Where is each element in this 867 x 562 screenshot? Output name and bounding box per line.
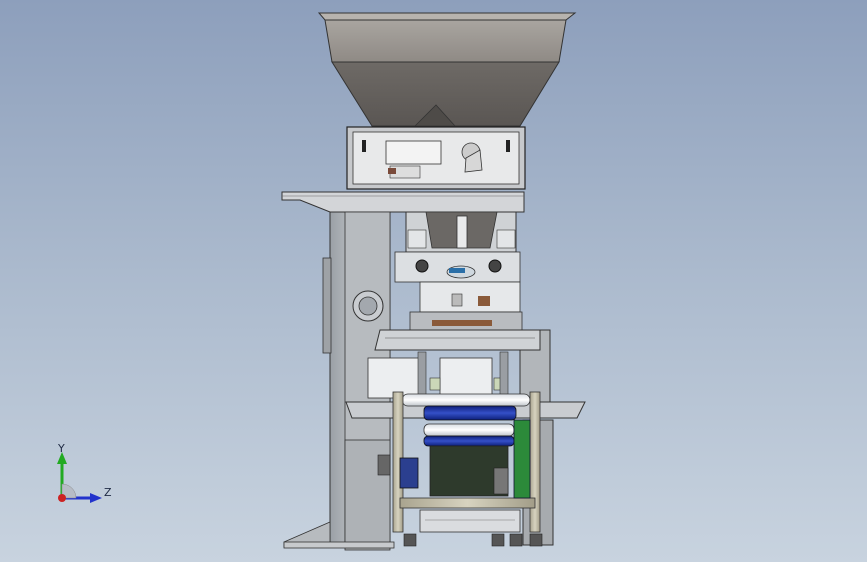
hopper[interactable]: [317, 12, 577, 127]
control-box[interactable]: [346, 126, 526, 190]
orientation-triad[interactable]: Y Z: [50, 440, 120, 510]
middle-deck: [367, 329, 541, 399]
weighing-section[interactable]: [394, 211, 523, 331]
z-axis-arrow: [90, 493, 102, 503]
top-shelf: [281, 191, 525, 213]
y-axis-label: Y: [58, 442, 65, 455]
x-axis-dot: [58, 494, 66, 502]
cad-viewport[interactable]: Y Z: [0, 0, 867, 562]
conveyor-rollers[interactable]: [401, 393, 531, 447]
base-frame: [283, 509, 543, 549]
packaging-machine-model[interactable]: [0, 0, 867, 562]
z-axis-label: Z: [104, 486, 112, 499]
